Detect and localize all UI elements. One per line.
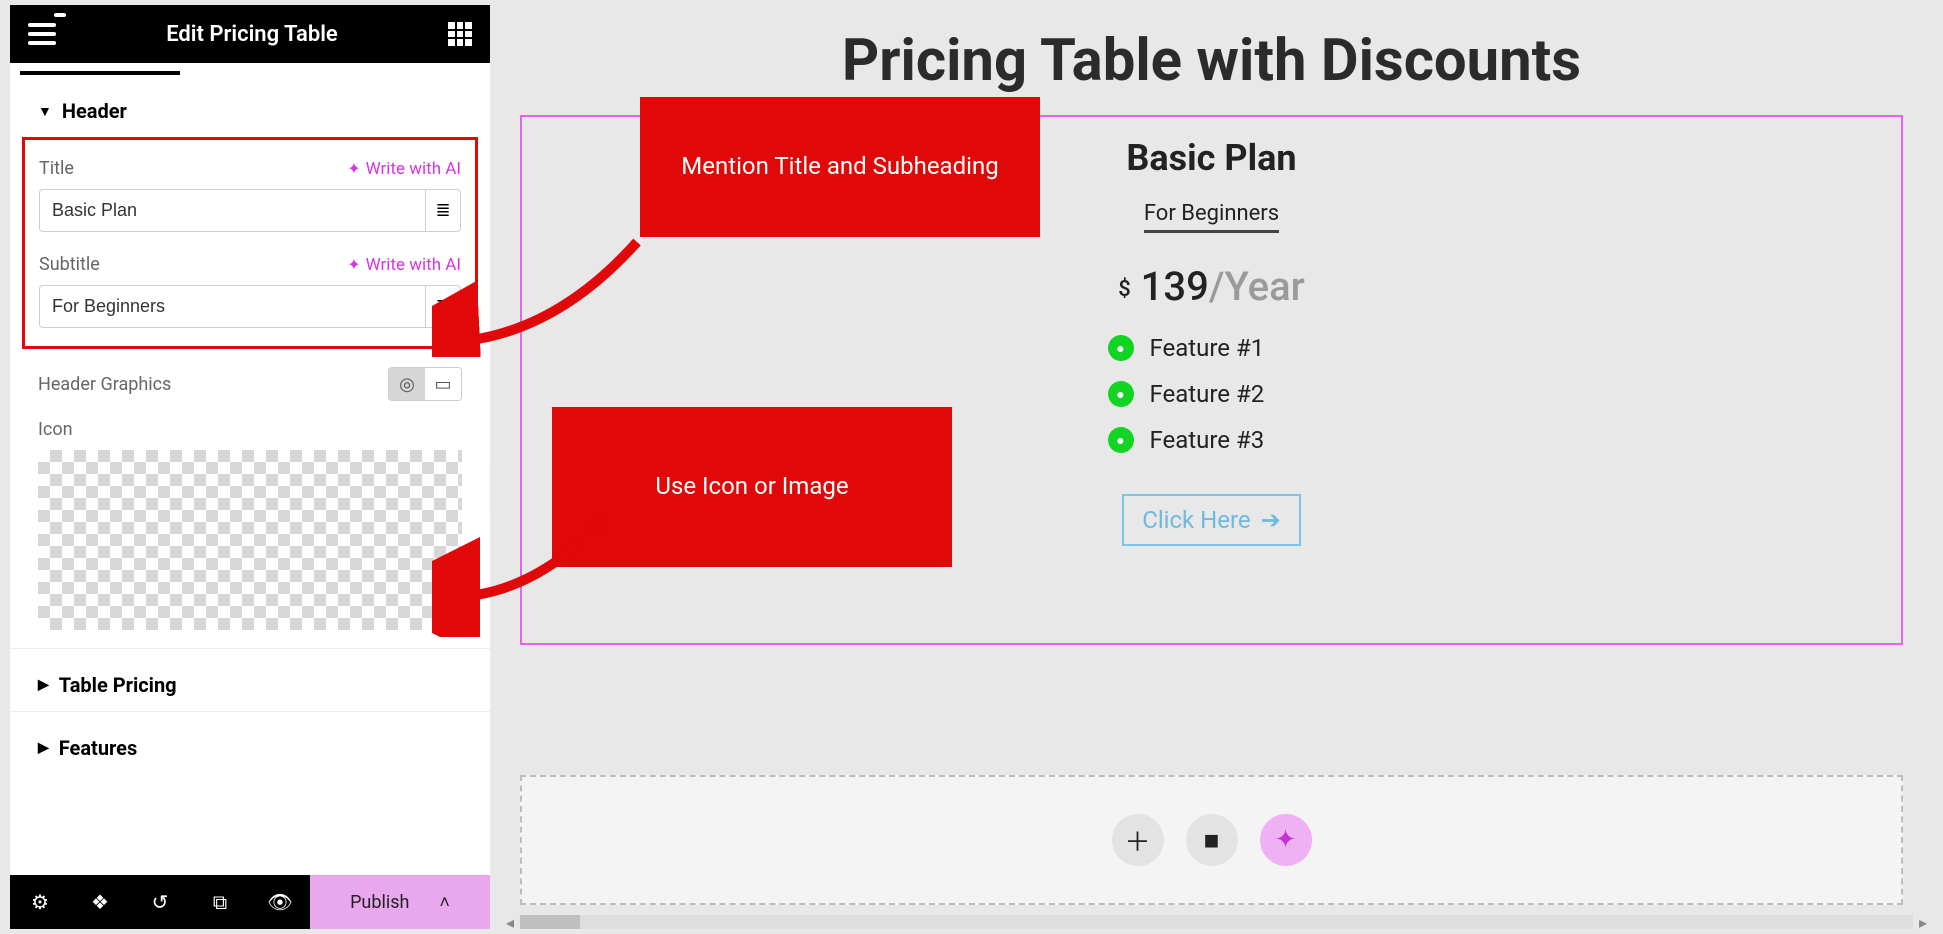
caret-right-icon: ▶ xyxy=(38,740,49,756)
editor-title: Edit Pricing Table xyxy=(166,22,338,47)
menu-icon[interactable] xyxy=(28,23,56,45)
ai-button[interactable]: ✦ xyxy=(1260,814,1312,866)
arrow-right-icon: ➔ xyxy=(1261,506,1281,534)
sparkle-icon: ✦ xyxy=(347,255,360,274)
subtitle-input[interactable] xyxy=(39,285,425,328)
editor-bottombar: ⚙ ❖ ↺ ⧉ 👁 Publish ˄ xyxy=(10,875,490,929)
section-features[interactable]: ▶ Features xyxy=(10,712,490,774)
selected-widget-outline: Mention Title and Subheading Use Icon or… xyxy=(520,115,1903,645)
section-table-pricing[interactable]: ▶ Table Pricing xyxy=(10,649,490,711)
chevron-up-icon: ˄ xyxy=(439,892,450,913)
page-title: Pricing Table with Discounts xyxy=(490,27,1933,95)
graphics-icon-option[interactable]: ◎ xyxy=(389,368,425,400)
history-icon[interactable]: ↺ xyxy=(130,875,190,929)
apps-grid-icon[interactable] xyxy=(448,22,472,46)
notification-dot xyxy=(54,13,66,17)
person-icon: ◎ xyxy=(399,374,415,395)
header-graphics-label: Header Graphics xyxy=(38,374,171,395)
responsive-icon[interactable]: ⧉ xyxy=(190,875,250,929)
scroll-right-arrow[interactable]: ▸ xyxy=(1913,913,1933,932)
preview-canvas: Pricing Table with Discounts Mention Tit… xyxy=(490,5,1933,929)
preview-icon[interactable]: 👁 xyxy=(250,875,310,929)
title-dynamic-button[interactable]: ≣ xyxy=(425,189,461,232)
scroll-thumb[interactable] xyxy=(520,915,580,929)
feature-item: ●Feature #3 xyxy=(1108,426,1342,454)
annotation-callout-1: Mention Title and Subheading xyxy=(640,97,1040,237)
image-icon: ▭ xyxy=(434,374,451,395)
add-widget-button[interactable]: ＋ xyxy=(1112,814,1164,866)
card-title: Basic Plan xyxy=(1082,137,1342,179)
editor-topbar: Edit Pricing Table xyxy=(10,5,490,63)
card-price: $ 139/Year xyxy=(1082,263,1342,310)
layers-icon[interactable]: ❖ xyxy=(70,875,130,929)
sidebar-body: ▼ Header Title ✦ Write with AI ≣ Subtitl… xyxy=(10,75,490,929)
section-header-label: Header xyxy=(62,99,127,123)
horizontal-scrollbar[interactable]: ◂ ▸ xyxy=(500,913,1933,931)
add-section-dropzone[interactable]: ＋ ■ ✦ xyxy=(520,775,1903,905)
icon-picker[interactable] xyxy=(38,450,462,630)
annotation-callout-2: Use Icon or Image xyxy=(552,407,952,567)
graphics-toggle: ◎ ▭ xyxy=(388,367,462,401)
section-header[interactable]: ▼ Header xyxy=(10,75,490,137)
database-icon: ≣ xyxy=(435,200,450,221)
write-with-ai-subtitle[interactable]: ✦ Write with AI xyxy=(347,255,461,275)
subtitle-dynamic-button[interactable]: ≣ xyxy=(425,285,461,328)
check-dot-icon: ● xyxy=(1108,335,1134,361)
title-input[interactable] xyxy=(39,189,425,232)
editor-sidebar: Edit Pricing Table ▼ Header Title ✦ Writ… xyxy=(10,5,490,929)
subtitle-label: Subtitle xyxy=(39,254,100,275)
folder-button[interactable]: ■ xyxy=(1186,814,1238,866)
highlighted-fields: Title ✦ Write with AI ≣ Subtitle ✦ Write… xyxy=(22,137,478,349)
sparkle-icon: ✦ xyxy=(347,159,360,178)
feature-list: ●Feature #1 ●Feature #2 ●Feature #3 xyxy=(1082,334,1342,454)
feature-item: ●Feature #2 xyxy=(1108,380,1342,408)
settings-icon[interactable]: ⚙ xyxy=(10,875,70,929)
feature-item: ●Feature #1 xyxy=(1108,334,1342,362)
caret-down-icon: ▼ xyxy=(38,103,52,120)
database-icon: ≣ xyxy=(435,296,450,317)
write-with-ai-title[interactable]: ✦ Write with AI xyxy=(347,159,461,179)
cta-button[interactable]: Click Here ➔ xyxy=(1122,494,1301,546)
caret-right-icon: ▶ xyxy=(38,677,49,693)
card-subtitle: For Beginners xyxy=(1144,201,1279,233)
check-dot-icon: ● xyxy=(1108,427,1134,453)
icon-label: Icon xyxy=(38,419,462,440)
publish-button[interactable]: Publish ˄ xyxy=(310,875,490,929)
check-dot-icon: ● xyxy=(1108,381,1134,407)
scroll-left-arrow[interactable]: ◂ xyxy=(500,913,520,932)
graphics-image-option[interactable]: ▭ xyxy=(425,368,461,400)
title-label: Title xyxy=(39,158,74,179)
pricing-card: Basic Plan For Beginners $ 139/Year ●Fea… xyxy=(1082,137,1342,546)
